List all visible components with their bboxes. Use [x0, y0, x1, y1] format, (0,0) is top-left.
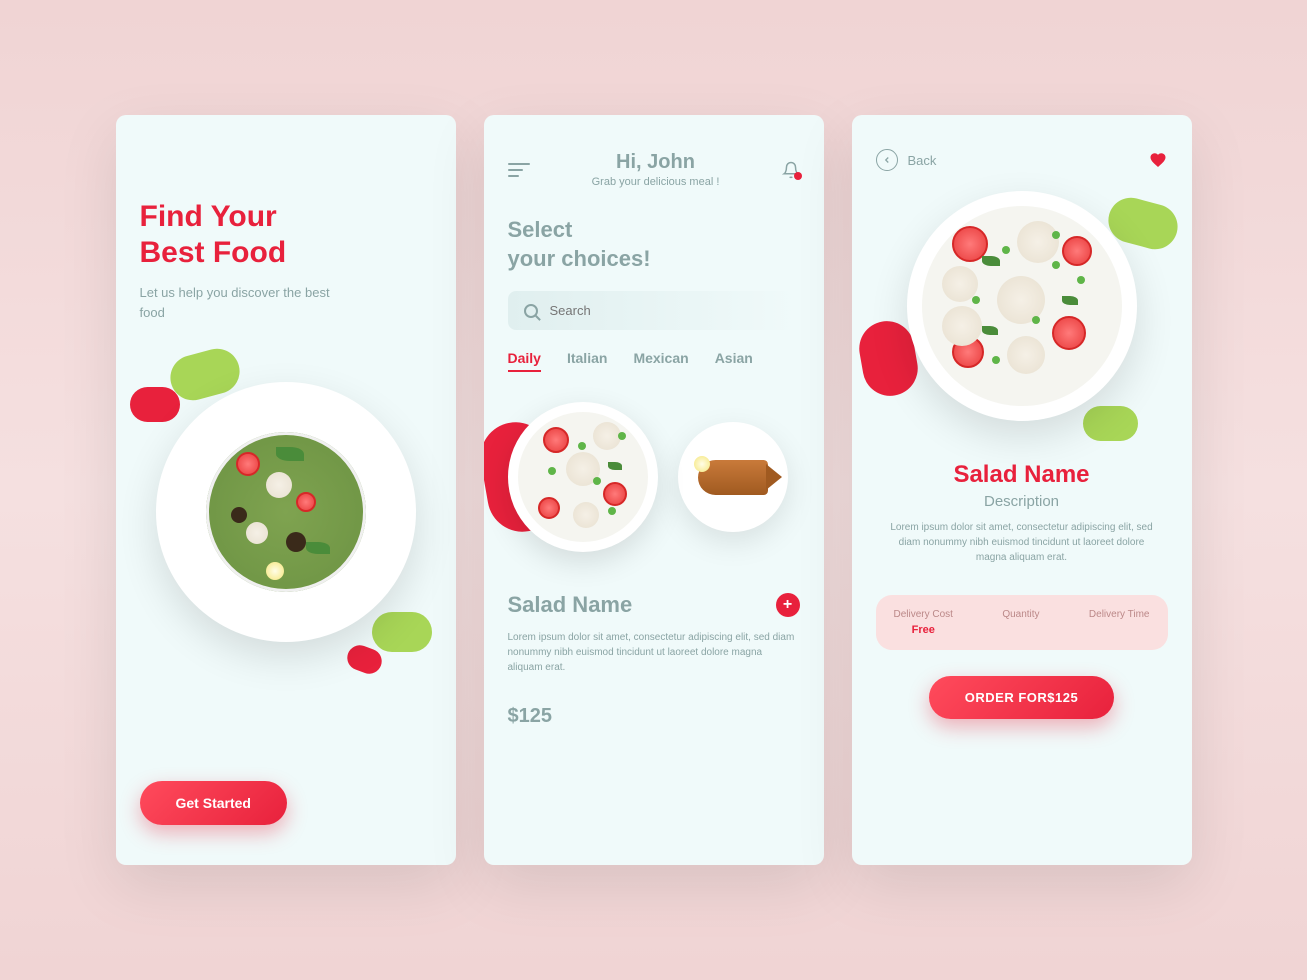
back-arrow-icon [876, 149, 898, 171]
delivery-cost-label: Delivery Cost [894, 609, 953, 620]
add-button[interactable]: + [776, 593, 800, 617]
description-text: Lorem ipsum dolor sit amet, consectetur … [876, 520, 1168, 565]
carousel-item-salad[interactable] [508, 402, 658, 552]
food-carousel[interactable] [508, 392, 800, 562]
tab-asian[interactable]: Asian [715, 350, 753, 372]
blob-decoration [130, 387, 180, 422]
detail-screen: Back [852, 115, 1192, 865]
quantity[interactable]: Quantity [1002, 609, 1039, 636]
item-description: Lorem ipsum dolor sit amet, consectetur … [508, 630, 800, 675]
onboarding-subtitle: Let us help you discover the best food [140, 283, 340, 322]
search-input[interactable] [550, 303, 784, 318]
delivery-time-value [1089, 624, 1150, 636]
order-info-bar: Delivery Cost Free Quantity Delivery Tim… [876, 595, 1168, 650]
greeting-subtitle: Grab your delicious meal ! [592, 176, 720, 188]
notification-icon[interactable] [782, 160, 800, 180]
detail-title: Salad Name [876, 461, 1168, 489]
title-line-1: Find Your [140, 200, 277, 233]
detail-header: Back [876, 149, 1168, 171]
back-button[interactable]: Back [876, 149, 937, 171]
onboarding-screen: Find Your Best Food Let us help you disc… [116, 115, 456, 865]
get-started-button[interactable]: Get Started [140, 781, 287, 825]
tab-italian[interactable]: Italian [567, 350, 607, 372]
search-icon [524, 304, 538, 318]
delivery-time: Delivery Time [1089, 609, 1150, 636]
title-line-2: Best Food [140, 236, 287, 269]
menu-icon[interactable] [508, 163, 530, 177]
category-tabs: Daily Italian Mexican Asian [508, 350, 800, 372]
delivery-cost: Delivery Cost Free [894, 609, 953, 636]
hero-illustration [140, 362, 432, 682]
blob-decoration [372, 612, 432, 652]
onboarding-title: Find Your Best Food [140, 199, 432, 271]
item-name: Salad Name [508, 592, 633, 618]
select-heading: Select your choices! [508, 216, 800, 273]
greeting-name: Hi, John [592, 151, 720, 174]
blob-decoration [1083, 406, 1138, 441]
order-button[interactable]: ORDER FOR$125 [929, 676, 1114, 719]
quantity-label: Quantity [1002, 609, 1039, 620]
greeting: Hi, John Grab your delicious meal ! [592, 151, 720, 188]
plate-icon [156, 382, 416, 642]
quantity-value [1002, 624, 1039, 636]
delivery-time-label: Delivery Time [1089, 609, 1150, 620]
select-line-1: Select [508, 217, 573, 242]
item-price: $125 [508, 705, 800, 728]
home-screen: Hi, John Grab your delicious meal ! Sele… [484, 115, 824, 865]
search-bar[interactable] [508, 291, 800, 330]
notification-dot [794, 172, 802, 180]
delivery-cost-value: Free [894, 624, 953, 636]
tab-mexican[interactable]: Mexican [633, 350, 688, 372]
back-label: Back [908, 153, 937, 168]
carousel-item-fish[interactable] [678, 422, 788, 532]
item-title-row: Salad Name + [508, 592, 800, 618]
tab-daily[interactable]: Daily [508, 350, 541, 372]
description-label: Description [876, 493, 1168, 510]
favorite-icon[interactable] [1148, 151, 1168, 169]
plate-icon [907, 191, 1137, 421]
detail-illustration [876, 191, 1168, 451]
select-line-2: your choices! [508, 246, 651, 271]
home-header: Hi, John Grab your delicious meal ! [508, 151, 800, 188]
